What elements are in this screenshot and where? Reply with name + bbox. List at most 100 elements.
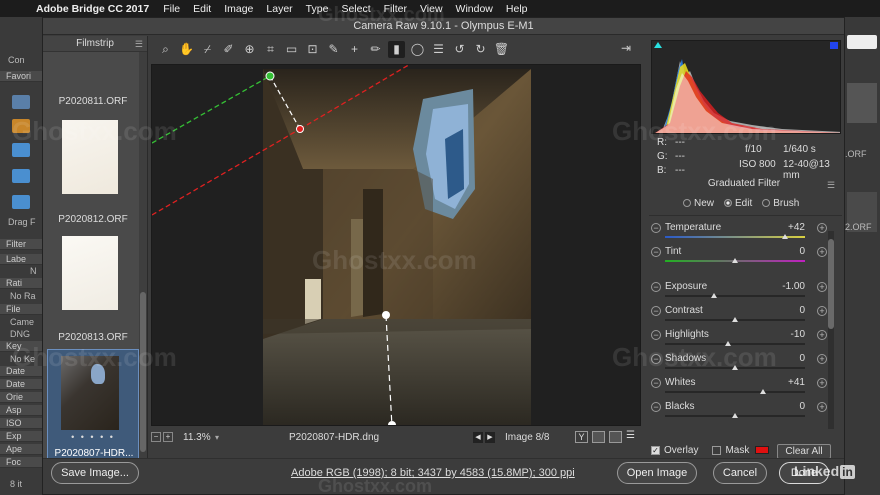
slider-value[interactable]: 0 (761, 401, 805, 412)
white-balance-icon[interactable]: ⌿ (199, 41, 216, 58)
hand-icon[interactable]: ✋ (178, 41, 195, 58)
slider-track[interactable] (665, 295, 805, 297)
scrollbar-thumb[interactable] (828, 239, 834, 329)
slider-temperature[interactable]: − Temperature +42 + (649, 220, 829, 244)
increase-icon[interactable]: + (817, 306, 827, 316)
bridge-filter-row[interactable]: Exp (0, 431, 42, 442)
decrease-icon[interactable]: − (651, 402, 661, 412)
decrease-icon[interactable]: − (651, 306, 661, 316)
mode-new-radio[interactable]: New (683, 198, 714, 209)
straighten-icon[interactable]: ▭ (283, 41, 300, 58)
slider-value[interactable]: +42 (761, 222, 805, 233)
save-image-button[interactable]: Save Image... (51, 462, 139, 484)
rotate-cw-icon[interactable]: ↻ (472, 41, 489, 58)
apple-menu-icon[interactable] (10, 3, 20, 15)
zoom-level[interactable]: 11.3% (183, 432, 213, 443)
slider-knob[interactable] (732, 258, 738, 263)
slider-track[interactable] (665, 391, 805, 393)
bridge-filter-row[interactable]: Rati (0, 278, 42, 289)
rating-dots[interactable]: • • • • • (48, 432, 138, 442)
graduated-filter-icon[interactable]: ▮ (388, 40, 405, 58)
red-eye-icon[interactable]: + (346, 41, 363, 58)
decrease-icon[interactable]: − (651, 282, 661, 292)
filmstrip-scrollbar[interactable] (139, 52, 147, 462)
folder-icon[interactable] (12, 195, 30, 209)
slider-value[interactable]: 0 (761, 305, 805, 316)
image-preview[interactable]: Ghostxx.com (151, 64, 641, 426)
next-image-button[interactable]: ▶ (485, 431, 495, 443)
decrease-icon[interactable]: − (651, 378, 661, 388)
increase-icon[interactable]: + (817, 247, 827, 257)
menu-layer[interactable]: Layer (266, 3, 292, 15)
zoom-icon[interactable]: ⌕ (157, 41, 174, 58)
open-preferences-icon[interactable]: ⇥ (621, 41, 637, 55)
swap-settings-icon[interactable] (592, 431, 605, 443)
folder-icon[interactable] (12, 169, 30, 183)
slider-knob[interactable] (711, 293, 717, 298)
gradient-white-pin[interactable] (382, 311, 390, 319)
mode-brush-radio[interactable]: Brush (762, 198, 799, 209)
mask-color-swatch[interactable] (755, 446, 770, 454)
trash-icon[interactable]: 🗑 (493, 41, 510, 58)
toggle-settings-icon[interactable]: ☰ (626, 431, 639, 443)
filmstrip-item-label[interactable]: P2020812.ORF (43, 214, 143, 225)
radio-dot[interactable] (724, 199, 733, 207)
spot-removal-icon[interactable]: ✎ (325, 41, 342, 58)
bridge-filter-header[interactable]: Filter (0, 239, 42, 250)
increase-icon[interactable]: + (817, 282, 827, 292)
zoom-dropdown-icon[interactable]: ▾ (215, 433, 219, 442)
slider-knob[interactable] (732, 413, 738, 418)
bridge-filter-row[interactable]: Ape (0, 444, 42, 455)
radial-filter-icon[interactable]: ◯ (409, 41, 426, 58)
bridge-filter-row[interactable]: Asp (0, 405, 42, 416)
mode-edit-radio[interactable]: Edit (724, 198, 752, 209)
radio-dot[interactable] (683, 199, 691, 207)
bridge-search-field[interactable] (847, 35, 877, 49)
slider-exposure[interactable]: − Exposure -1.00 + (649, 279, 829, 303)
radio-dot[interactable] (762, 199, 771, 207)
slider-value[interactable]: +41 (761, 377, 805, 388)
adjustment-brush-icon[interactable]: ✏ (367, 41, 384, 58)
decrease-icon[interactable]: − (651, 247, 661, 257)
slider-blacks[interactable]: − Blacks 0 + (649, 399, 829, 423)
slider-tint[interactable]: − Tint 0 + (649, 244, 829, 268)
bridge-thumbnail[interactable] (847, 83, 877, 123)
open-image-button[interactable]: Open Image (617, 462, 697, 484)
preferences-icon[interactable]: ☰ (430, 41, 447, 58)
increase-icon[interactable]: + (817, 378, 827, 388)
increase-icon[interactable]: + (817, 354, 827, 364)
overlay-checkbox[interactable]: ✓ (651, 445, 660, 455)
bridge-filter-row[interactable]: ISO (0, 418, 42, 429)
rotate-ccw-icon[interactable]: ↺ (451, 41, 468, 58)
decrease-icon[interactable]: − (651, 223, 661, 233)
shadow-clipping-warning-icon[interactable] (654, 42, 662, 48)
previous-image-button[interactable]: ◀ (473, 431, 483, 443)
bridge-filter-row[interactable]: Foc (0, 457, 42, 468)
increase-icon[interactable]: + (817, 330, 827, 340)
menu-edit[interactable]: Edit (193, 3, 211, 15)
copy-settings-icon[interactable] (609, 431, 622, 443)
clear-all-button[interactable]: Clear All (777, 444, 831, 459)
bridge-favorites-header[interactable]: Favori (0, 71, 42, 82)
decrease-icon[interactable]: − (651, 330, 661, 340)
highlight-clipping-warning-icon[interactable] (830, 42, 838, 49)
color-sampler-icon[interactable]: ✐ (220, 41, 237, 58)
slider-value[interactable]: -10 (761, 329, 805, 340)
increase-icon[interactable]: + (817, 223, 827, 233)
gradient-green-pin[interactable] (265, 71, 275, 81)
slider-knob[interactable] (760, 389, 766, 394)
transform-icon[interactable]: ⊡ (304, 41, 321, 58)
bridge-filter-row[interactable]: Date (0, 379, 42, 390)
gradient-red-pin[interactable] (296, 125, 304, 133)
mask-checkbox[interactable] (712, 445, 722, 455)
bridge-filter-row[interactable]: Labe (0, 254, 42, 265)
crop-icon[interactable]: ⌗ (262, 41, 279, 58)
slider-value[interactable]: -1.00 (761, 281, 805, 292)
gradient-white-pin[interactable] (388, 421, 396, 426)
cancel-button[interactable]: Cancel (713, 462, 767, 484)
menu-window[interactable]: Window (456, 3, 493, 15)
filmstrip-thumbnail[interactable] (62, 236, 118, 310)
menu-file[interactable]: File (163, 3, 180, 15)
slider-contrast[interactable]: − Contrast 0 + (649, 303, 829, 327)
bridge-filter-row[interactable]: Orie (0, 392, 42, 403)
